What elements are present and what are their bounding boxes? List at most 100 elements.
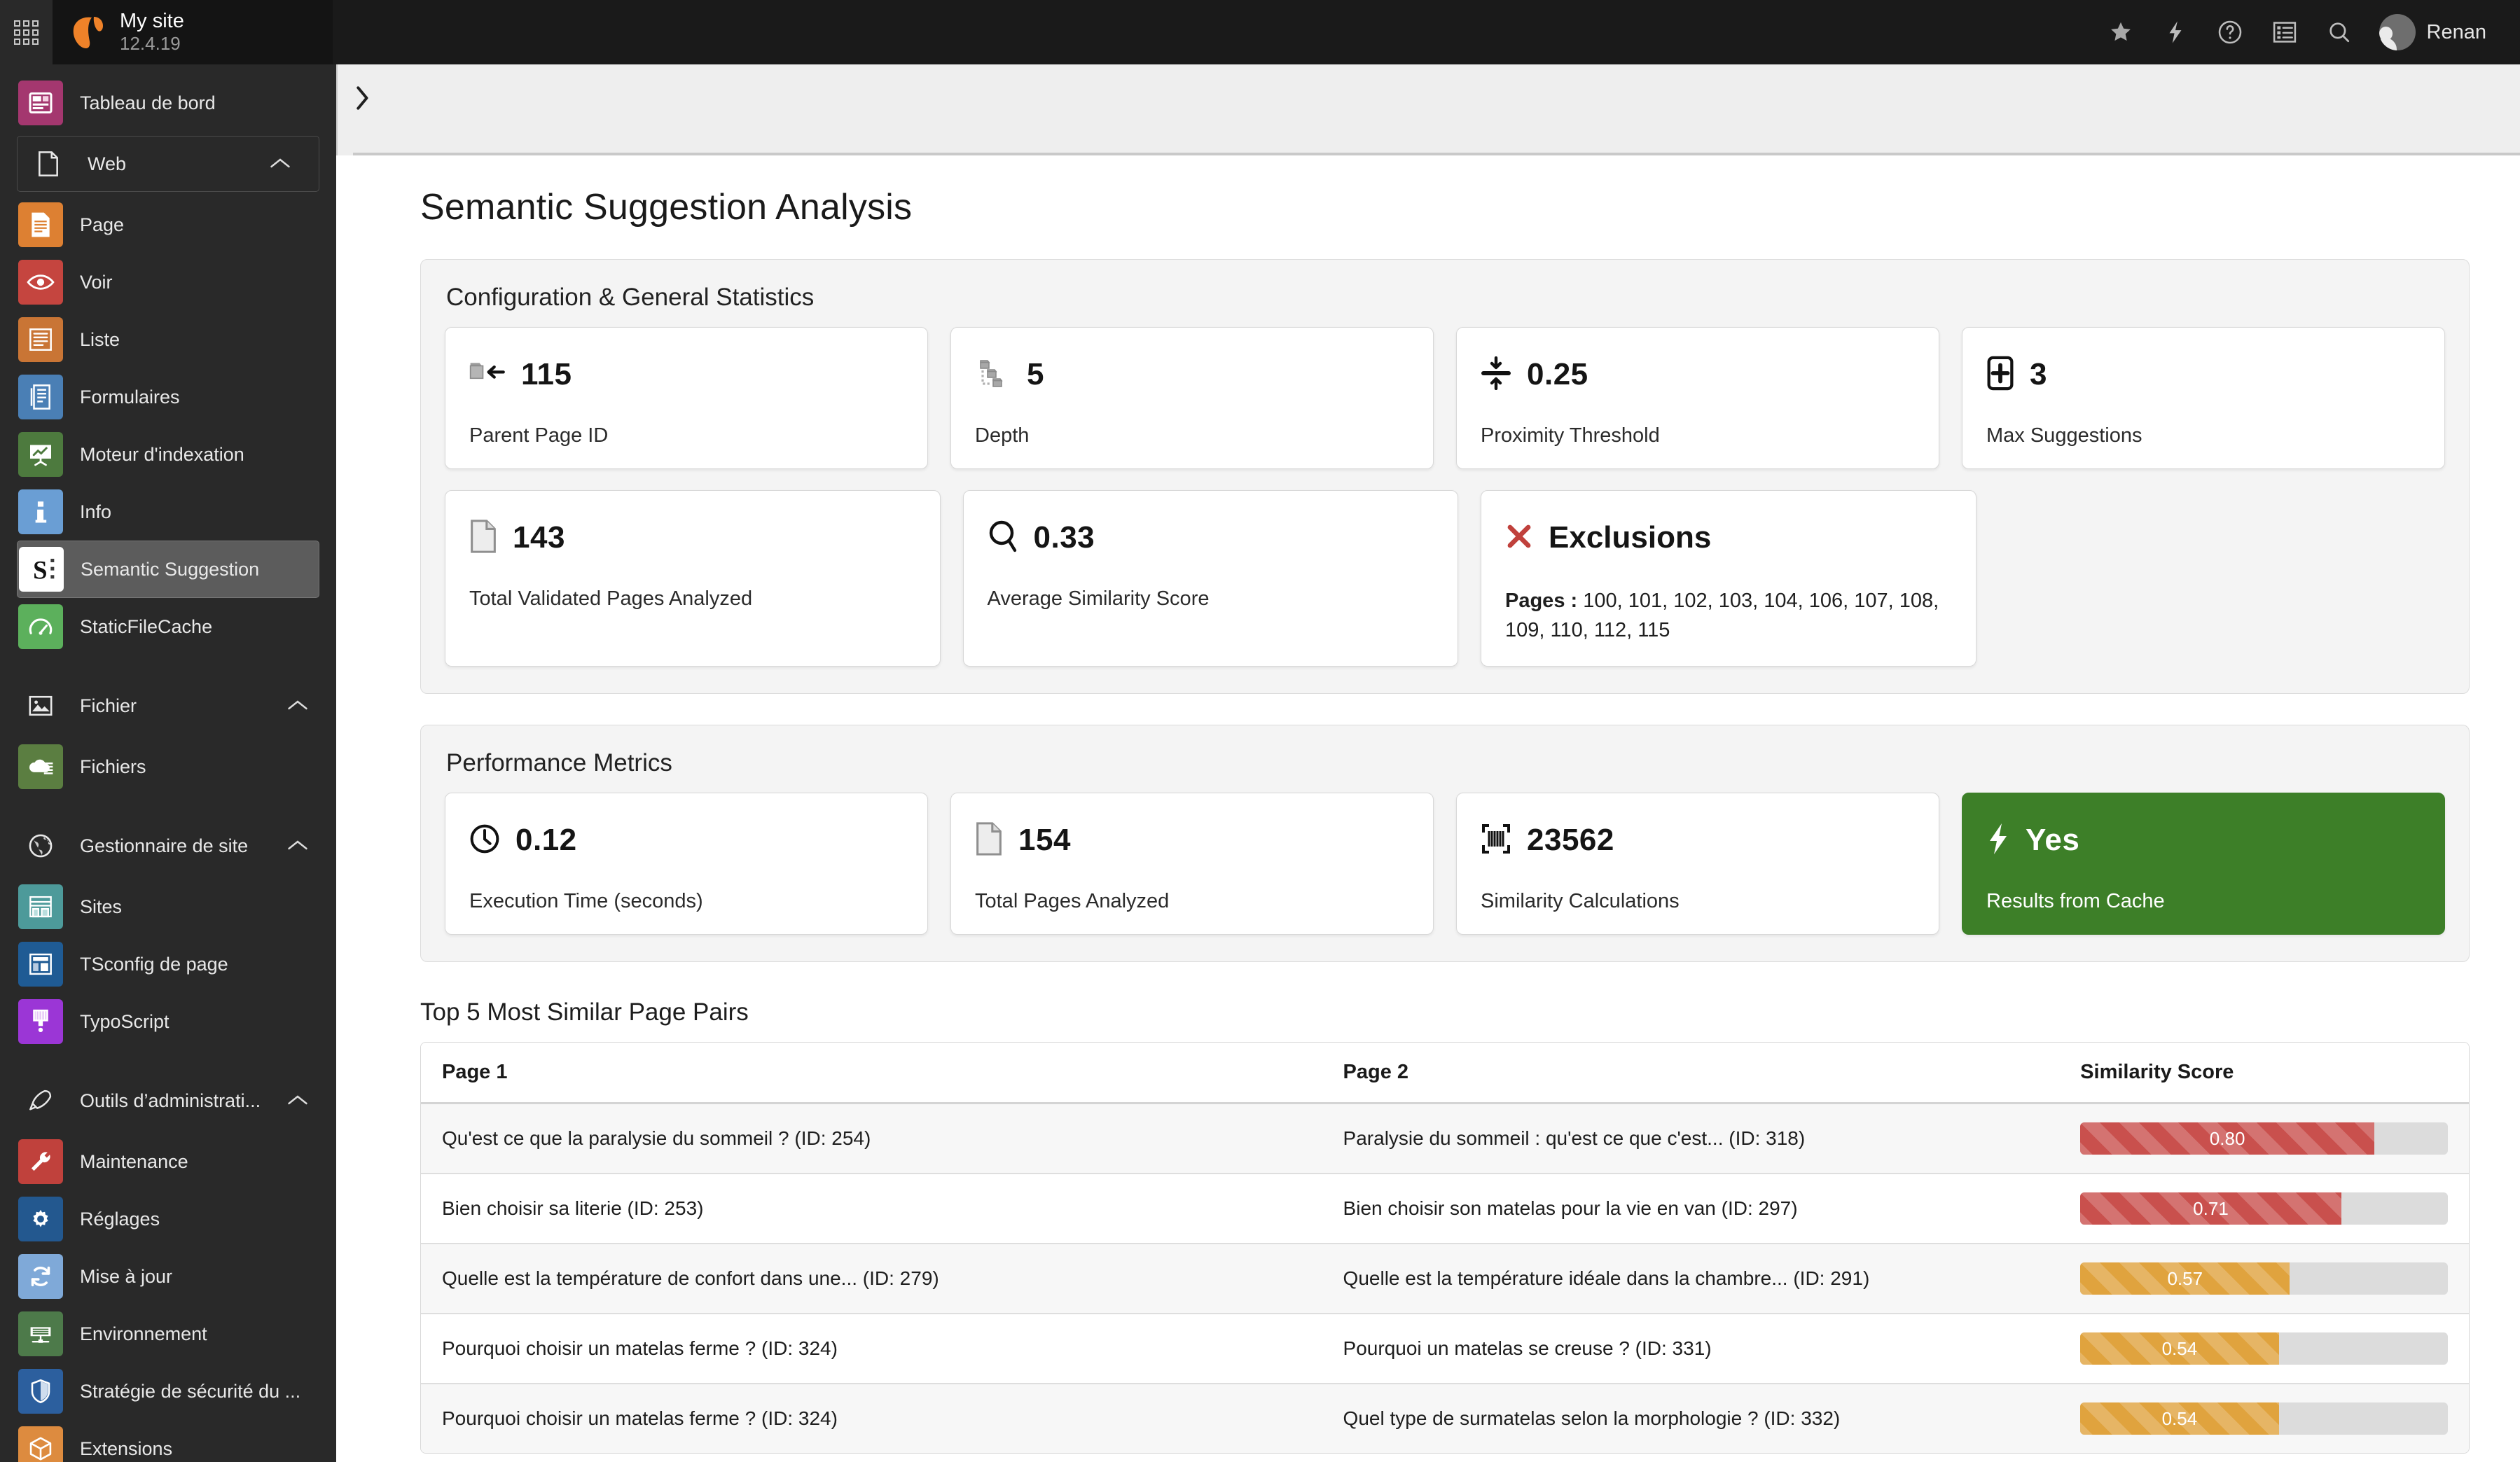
sidebar-item-reglages[interactable]: Réglages [0, 1190, 336, 1248]
cell-page1: Qu'est ce que la paralysie du sommeil ? … [421, 1103, 1322, 1175]
top-pairs-table-wrapper: Page 1 Page 2 Similarity Score Qu'est ce… [420, 1042, 2470, 1454]
sidebar-group-web[interactable]: Web [17, 136, 319, 192]
sidebar-item-environnement[interactable]: Environnement [0, 1305, 336, 1363]
sidebar-item-label: Extensions [80, 1437, 173, 1459]
search-button[interactable] [2312, 0, 2367, 64]
sidebar-item-liste[interactable]: Liste [0, 311, 336, 368]
bookmarks-star-button[interactable] [2093, 0, 2148, 64]
sidebar-item-extensions[interactable]: Extensions [0, 1420, 336, 1462]
list-icon [18, 317, 63, 362]
cell-page1: Pourquoi choisir un matelas ferme ? (ID:… [442, 1407, 838, 1430]
top-pairs-table-body: Qu'est ce que la paralysie du sommeil ? … [421, 1103, 2469, 1454]
cell-page2: Pourquoi un matelas se creuse ? (ID: 331… [1322, 1314, 2060, 1385]
sidebar-divider [0, 1050, 336, 1068]
configuration-panel: Configuration & General Statistics 115 P… [420, 259, 2470, 695]
refresh-icon [18, 1254, 63, 1299]
plus-box-icon [1986, 356, 2014, 394]
column-header-similarity-score: Similarity Score [2059, 1043, 2469, 1105]
stat-value: 154 [1018, 823, 1071, 858]
sidebar-item-label: Sites [80, 896, 123, 917]
stat-card-similarity-calculations: 23562 Similarity Calculations [1456, 793, 1939, 935]
stat-value: 23562 [1527, 823, 1614, 858]
stat-label: Depth [975, 424, 1030, 447]
stat-label: Parent Page ID [469, 424, 609, 447]
performance-panel-title: Performance Metrics [446, 749, 672, 777]
user-name: Renan [2426, 20, 2486, 43]
sidebar-item-label: Moteur d'indexation [80, 443, 244, 465]
sidebar-item-moteur-indexation[interactable]: Moteur d'indexation [0, 426, 336, 483]
sidebar-item-staticfilecache[interactable]: StaticFileCache [0, 598, 336, 655]
list-log-icon [2273, 21, 2297, 43]
barcode-icon [1481, 823, 1511, 858]
sidebar-item-voir[interactable]: Voir [0, 253, 336, 311]
typo3-version: 12.4.19 [120, 32, 181, 54]
bookmarks-star-icon [2109, 20, 2133, 44]
stat-label: Total Validated Pages Analyzed [469, 587, 753, 610]
apps-menu-button[interactable] [0, 0, 53, 64]
folder-arrow-left-icon [469, 359, 506, 391]
sidebar-item-label: TypoScript [80, 1010, 169, 1032]
stat-label: Execution Time (seconds) [469, 890, 703, 913]
sidebar-item-label: Tableau de bord [80, 92, 216, 113]
sidebar-item-formulaires[interactable]: Formulaires [0, 368, 336, 426]
stat-label: Total Pages Analyzed [975, 890, 1170, 913]
cell-page2: Paralysie du sommeil : qu'est ce que c'e… [1322, 1103, 2060, 1175]
sidebar-collapse-toggle[interactable] [348, 85, 376, 113]
cell-page1: Pourquoi choisir un matelas ferme ? (ID:… [421, 1314, 1322, 1385]
sidebar-group-outils-administration[interactable]: Outils d’administrati... [0, 1068, 336, 1133]
sidebar-item-sites[interactable]: Sites [0, 878, 336, 935]
shield-icon [18, 1369, 63, 1414]
cloud-files-icon [18, 744, 63, 789]
chevron-up-icon [287, 695, 308, 717]
sidebar-item-tsconfig-de-page[interactable]: TSconfig de page [0, 935, 336, 993]
sidebar-item-semantic-suggestion[interactable]: S Semantic Suggestion [17, 541, 319, 598]
table-row: Pourquoi choisir un matelas ferme ? (ID:… [421, 1314, 2469, 1385]
typoscript-brush-icon [18, 999, 63, 1044]
stat-value: 0.12 [515, 823, 577, 858]
globe-outline-icon [18, 823, 63, 868]
sidebar-item-info[interactable]: Info [0, 483, 336, 541]
stat-value: 3 [2030, 357, 2047, 391]
stat-card-total-pages-analyzed: 154 Total Pages Analyzed [950, 793, 1434, 935]
sidebar-item-page[interactable]: Page [0, 196, 336, 253]
sidebar-item-maintenance[interactable]: Maintenance [0, 1133, 336, 1190]
sidebar-item-strategie-securite[interactable]: Stratégie de sécurité du ... [0, 1363, 336, 1420]
box-icon [18, 1426, 63, 1462]
chevron-up-icon [270, 153, 291, 175]
similarity-progress-fill: 0.54 [2080, 1402, 2279, 1435]
user-menu[interactable]: Renan [2367, 0, 2495, 64]
chevron-up-icon [287, 835, 308, 857]
stat-value: 5 [1027, 357, 1044, 391]
similarity-progress-fill: 0.71 [2080, 1192, 2341, 1225]
rocket-outline-icon [18, 1078, 63, 1123]
exclusions-pages: Pages : 100, 101, 102, 103, 104, 106, 10… [1505, 586, 1952, 645]
cell-score: 0.54 [2059, 1314, 2469, 1385]
cell-score: 0.54 [2059, 1384, 2469, 1453]
sidebar-group-gestionnaire-de-site[interactable]: Gestionnaire de site [0, 814, 336, 878]
clear-cache-button[interactable] [2148, 0, 2203, 64]
stat-card-average-similarity: 0.33 Average Similarity Score [962, 490, 1458, 667]
sidebar-item-label: Info [80, 501, 112, 522]
document-icon [975, 821, 1003, 860]
indexing-chart-icon [18, 432, 63, 477]
sidebar-item-typoscript[interactable]: TypoScript [0, 993, 336, 1050]
cell-page1: Bien choisir sa literie (ID: 253) [421, 1174, 1322, 1245]
sidebar-item-mise-a-jour[interactable]: Mise à jour [0, 1248, 336, 1305]
logs-button[interactable] [2257, 0, 2312, 64]
sidebar-group-label: Web [88, 153, 127, 174]
stat-label: Proximity Threshold [1481, 424, 1660, 447]
sidebar-item-label: Maintenance [80, 1150, 188, 1172]
help-button[interactable] [2203, 0, 2257, 64]
sidebar-item-label: Environnement [80, 1323, 207, 1344]
sidebar-group-fichier[interactable]: Fichier [0, 674, 336, 738]
sidebar-item-tableau-de-bord[interactable]: Tableau de bord [0, 74, 336, 132]
sidebar-item-fichiers[interactable]: Fichiers [0, 738, 336, 795]
table-row: Quelle est la température de confort dan… [421, 1244, 2469, 1315]
threshold-arrows-icon [1481, 356, 1511, 394]
site-identity[interactable]: My site 12.4.19 [53, 0, 333, 64]
sidebar-item-label: Fichiers [80, 756, 146, 777]
cell-score: 0.80 [2059, 1103, 2469, 1175]
top-pairs-title: Top 5 Most Similar Page Pairs [420, 998, 749, 1026]
stat-label: Similarity Calculations [1481, 890, 1680, 913]
sidebar-item-label: Voir [80, 271, 113, 293]
